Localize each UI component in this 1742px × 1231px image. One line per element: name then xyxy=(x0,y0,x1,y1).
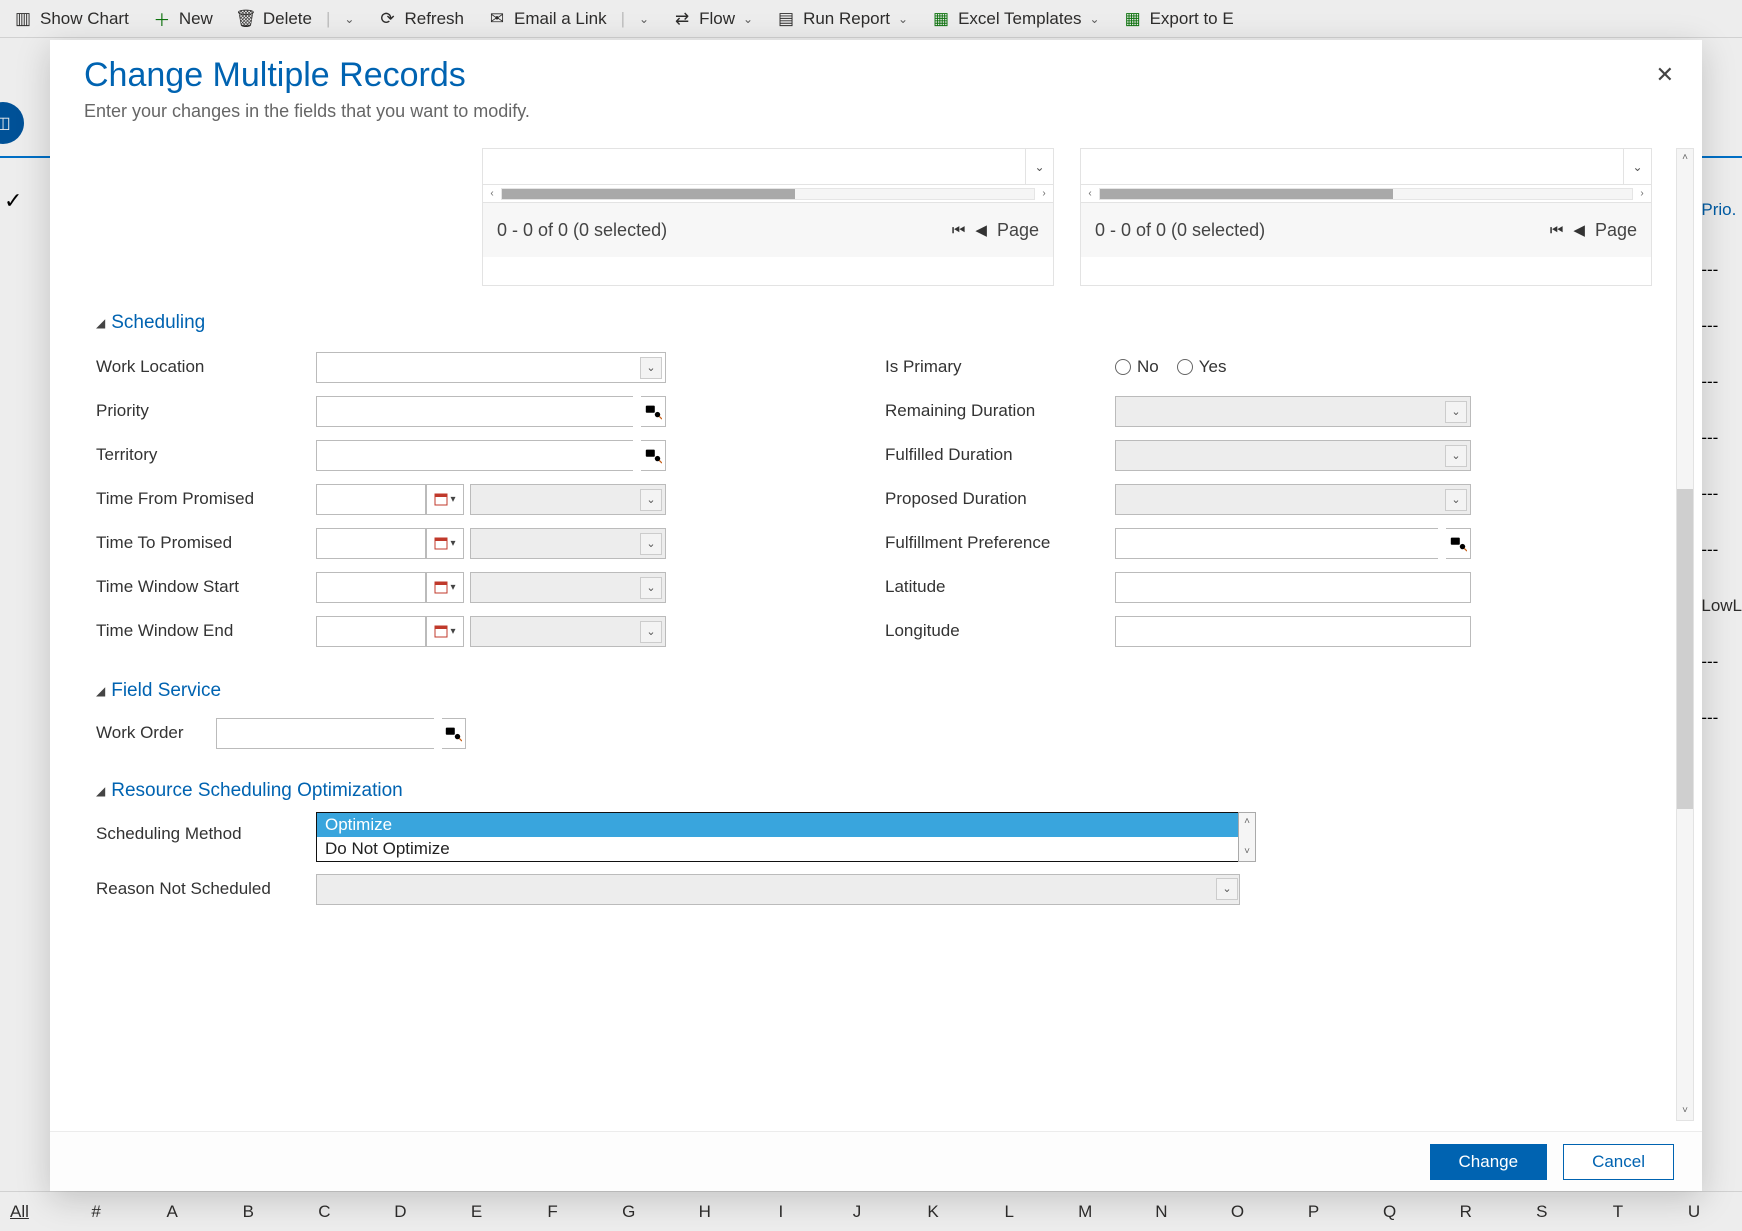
chevron-down-icon[interactable]: ⌄ xyxy=(1445,445,1467,467)
rso-section-label: Resource Scheduling Optimization xyxy=(111,780,403,802)
lookup-button[interactable] xyxy=(641,440,666,471)
proposed-duration-label: Proposed Duration xyxy=(885,489,1115,509)
remaining-duration-input[interactable] xyxy=(1115,396,1471,427)
chevron-down-icon[interactable]: ⌄ xyxy=(640,577,662,599)
chevron-down-icon[interactable]: ⌄ xyxy=(1025,149,1053,184)
subgrid-footer: 0 - 0 of 0 (0 selected) ⏮ ◀ Page xyxy=(1081,203,1651,257)
lookup-button[interactable] xyxy=(442,718,466,749)
subgrid-status: 0 - 0 of 0 (0 selected) xyxy=(1095,220,1265,241)
prev-page-icon[interactable]: ◀ xyxy=(1573,221,1585,239)
territory-input[interactable] xyxy=(316,440,633,471)
first-page-icon[interactable]: ⏮ xyxy=(952,222,966,239)
calendar-button[interactable]: ▾ xyxy=(426,528,464,559)
scheduling-section-label: Scheduling xyxy=(111,312,205,334)
change-button[interactable]: Change xyxy=(1430,1144,1548,1180)
reason-not-scheduled-input[interactable] xyxy=(316,874,1240,905)
work-order-label: Work Order xyxy=(96,723,216,743)
work-location-label: Work Location xyxy=(96,357,316,377)
first-page-icon[interactable]: ⏮ xyxy=(1550,222,1564,239)
time-window-end-time[interactable] xyxy=(470,616,666,647)
fulfilled-duration-label: Fulfilled Duration xyxy=(885,445,1115,465)
chevron-down-icon[interactable]: ⌄ xyxy=(1445,401,1467,423)
dialog-footer: Change Cancel xyxy=(50,1131,1702,1191)
dialog-header: Change Multiple Records Enter your chang… xyxy=(50,40,1702,126)
calendar-button[interactable]: ▾ xyxy=(426,484,464,515)
longitude-input[interactable] xyxy=(1115,616,1471,647)
time-window-start-time[interactable] xyxy=(470,572,666,603)
territory-label: Territory xyxy=(96,445,316,465)
radio-yes-label: Yes xyxy=(1199,357,1227,377)
time-window-end-label: Time Window End xyxy=(96,621,316,641)
time-from-promised-time[interactable] xyxy=(470,484,666,515)
subgrid-hscroll[interactable]: ‹› xyxy=(1081,185,1651,203)
work-location-select[interactable] xyxy=(316,352,666,383)
lookup-button[interactable] xyxy=(1446,528,1471,559)
latitude-label: Latitude xyxy=(885,577,1115,597)
chevron-down-icon[interactable]: ⌄ xyxy=(640,621,662,643)
remaining-duration-label: Remaining Duration xyxy=(885,401,1115,421)
time-to-promised-label: Time To Promised xyxy=(96,533,316,553)
time-window-start-label: Time Window Start xyxy=(96,577,316,597)
fulfillment-preference-label: Fulfillment Preference xyxy=(885,533,1115,553)
chevron-down-icon[interactable]: ⌄ xyxy=(1445,489,1467,511)
reason-not-scheduled-label: Reason Not Scheduled xyxy=(96,879,316,899)
chevron-down-icon[interactable]: ⌄ xyxy=(1623,149,1651,184)
listbox-scrollbar[interactable]: ˄˅ xyxy=(1238,812,1256,862)
lookup-button[interactable] xyxy=(641,396,666,427)
is-primary-yes-radio[interactable]: Yes xyxy=(1177,357,1227,377)
collapse-icon: ◢ xyxy=(96,784,105,798)
time-to-promised-time[interactable] xyxy=(470,528,666,559)
is-primary-label: Is Primary xyxy=(885,357,1115,377)
subgrid-footer: 0 - 0 of 0 (0 selected) ⏮ ◀ Page xyxy=(483,203,1053,257)
fulfilled-duration-input[interactable] xyxy=(1115,440,1471,471)
subgrid-hscroll[interactable]: ‹› xyxy=(483,185,1053,203)
time-to-promised-date[interactable] xyxy=(316,528,426,559)
dialog-subtitle: Enter your changes in the fields that yo… xyxy=(84,101,1668,122)
field-service-section-label: Field Service xyxy=(111,680,221,702)
scheduling-method-label: Scheduling Method xyxy=(96,812,316,844)
option-do-not-optimize[interactable]: Do Not Optimize xyxy=(317,837,1239,861)
longitude-label: Longitude xyxy=(885,621,1115,641)
change-multiple-records-dialog: Change Multiple Records Enter your chang… xyxy=(50,40,1702,1191)
time-window-start-date[interactable] xyxy=(316,572,426,603)
scheduling-method-dropdown[interactable]: Optimize Do Not Optimize ˄˅ xyxy=(316,812,1240,862)
scheduling-section-header[interactable]: ◢ Scheduling xyxy=(96,312,1674,334)
fulfillment-preference-input[interactable] xyxy=(1115,528,1438,559)
field-service-section-header[interactable]: ◢ Field Service xyxy=(96,680,1674,702)
time-from-promised-date[interactable] xyxy=(316,484,426,515)
work-order-input[interactable] xyxy=(216,718,434,749)
form-vscroll[interactable]: ˄ ˅ xyxy=(1676,148,1694,1121)
chevron-down-icon[interactable]: ⌄ xyxy=(1216,878,1238,900)
dialog-body: ⌄ ‹› 0 - 0 of 0 (0 selected) ⏮ ◀ Page ⌄ … xyxy=(50,126,1702,1131)
page-label: Page xyxy=(1595,220,1637,241)
time-window-end-date[interactable] xyxy=(316,616,426,647)
priority-label: Priority xyxy=(96,401,316,421)
dialog-title: Change Multiple Records xyxy=(84,56,1668,95)
chevron-down-icon[interactable]: ⌄ xyxy=(640,489,662,511)
proposed-duration-input[interactable] xyxy=(1115,484,1471,515)
option-optimize[interactable]: Optimize xyxy=(317,813,1239,837)
chevron-down-icon[interactable]: ⌄ xyxy=(640,357,662,379)
rso-section-header[interactable]: ◢ Resource Scheduling Optimization xyxy=(96,780,1674,802)
page-label: Page xyxy=(997,220,1039,241)
collapse-icon: ◢ xyxy=(96,316,105,330)
is-primary-no-radio[interactable]: No xyxy=(1115,357,1159,377)
close-button[interactable]: ✕ xyxy=(1656,62,1674,88)
cancel-button[interactable]: Cancel xyxy=(1563,1144,1674,1180)
chevron-down-icon[interactable]: ⌄ xyxy=(640,533,662,555)
calendar-button[interactable]: ▾ xyxy=(426,572,464,603)
collapse-icon: ◢ xyxy=(96,684,105,698)
subgrids-row: ⌄ ‹› 0 - 0 of 0 (0 selected) ⏮ ◀ Page ⌄ … xyxy=(482,148,1652,286)
subgrid-left: ⌄ ‹› 0 - 0 of 0 (0 selected) ⏮ ◀ Page xyxy=(482,148,1054,286)
subgrid-status: 0 - 0 of 0 (0 selected) xyxy=(497,220,667,241)
time-from-promised-label: Time From Promised xyxy=(96,489,316,509)
radio-no-label: No xyxy=(1137,357,1159,377)
subgrid-right: ⌄ ‹› 0 - 0 of 0 (0 selected) ⏮ ◀ Page xyxy=(1080,148,1652,286)
priority-input[interactable] xyxy=(316,396,633,427)
prev-page-icon[interactable]: ◀ xyxy=(975,221,987,239)
calendar-button[interactable]: ▾ xyxy=(426,616,464,647)
latitude-input[interactable] xyxy=(1115,572,1471,603)
